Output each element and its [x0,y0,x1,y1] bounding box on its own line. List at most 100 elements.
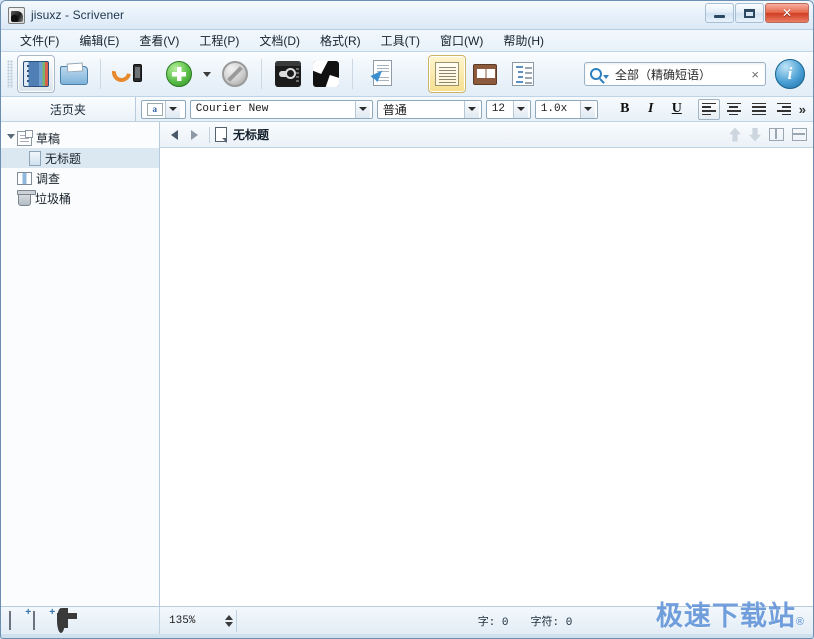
clear-search-button[interactable]: × [749,68,761,81]
split-horizontal-icon[interactable] [792,128,807,141]
no-style-button[interactable] [216,55,254,93]
spacing-chevron-icon[interactable] [579,100,595,118]
main-toolbar: 全部（精确短语） × i [1,52,813,97]
menu-format[interactable]: 格式(R) [311,30,370,51]
toggle-collections-button[interactable] [55,55,93,93]
paragraph-style-dropdown[interactable]: a [140,99,186,119]
close-button[interactable]: ✕ [765,3,809,23]
scrivener-window: jisuxz - Scrivener ✕ 文件(F) 编辑(E) 查看(V) 工… [0,0,814,639]
page-view-icon [435,62,459,86]
document-view-button[interactable] [428,55,466,93]
chevron-down-icon [203,71,211,77]
folder-icon [60,62,88,85]
size-chevron-icon[interactable] [512,100,528,118]
window-controls: ✕ [705,3,809,23]
compose-mode-icon [313,61,339,87]
font-size-value: 12 [491,103,505,115]
add-button[interactable] [160,55,198,93]
main-area: 草稿 无标题 调查 垃圾桶 无标题 [1,122,813,606]
inspector-button[interactable]: i [775,59,805,89]
green-plus-icon [166,61,192,87]
minimize-button[interactable] [705,3,734,23]
style-chevron-icon[interactable] [164,100,180,118]
search-input[interactable]: 全部（精确短语） × [584,62,766,86]
arrow-down-icon[interactable] [749,127,761,142]
binder-item-trash[interactable]: 垃圾桶 [1,188,159,208]
menu-view[interactable]: 查看(V) [130,30,188,51]
add-dropdown[interactable] [198,55,216,93]
menu-file[interactable]: 文件(F) [11,30,68,51]
draft-folder-icon [17,129,33,146]
toggle-binder-button[interactable] [17,55,55,93]
bold-button[interactable]: B [614,99,636,120]
line-spacing-value: 1.0x [540,103,568,115]
binder-item-untitled[interactable]: 无标题 [1,148,159,168]
font-chevron-icon[interactable] [354,100,370,118]
maximize-button[interactable] [735,3,764,23]
editor-text-area[interactable] [160,148,813,606]
alignment-group [697,98,795,120]
binder-item-label: 调查 [36,171,61,186]
split-vertical-icon[interactable] [769,128,784,141]
binder-item-label: 垃圾桶 [35,191,72,206]
settings-button[interactable] [57,607,75,633]
menu-tools[interactable]: 工具(T) [372,30,429,51]
style-swatch-icon: a [146,102,163,116]
window-title: jisuxz - Scrivener [31,8,125,22]
align-left-button[interactable] [697,98,720,120]
document-icon [215,127,227,143]
close-icon: ✕ [781,6,793,20]
navigate-forward-button[interactable] [184,125,204,145]
new-text-button[interactable] [9,610,27,630]
format-toolbar: a Courier New 普通 12 1.0x B I U » [136,97,813,121]
menu-window[interactable]: 窗口(W) [431,30,492,51]
corkboard-view-button[interactable] [466,55,504,93]
new-folder-button[interactable] [33,610,51,630]
toolbar-separator [100,59,101,89]
composition-key-button[interactable] [269,55,307,93]
menu-edit[interactable]: 编辑(E) [70,30,128,51]
menu-project[interactable]: 工程(P) [190,30,248,51]
full-screen-button[interactable] [307,55,345,93]
font-family-value: Courier New [195,103,269,115]
font-family-dropdown[interactable]: Courier New [189,99,373,119]
italic-button[interactable]: I [640,99,662,120]
binder-icon [23,61,49,87]
import-button[interactable] [360,55,398,93]
binder-header: 活页夹 [1,97,136,121]
font-weight-dropdown[interactable]: 普通 [376,99,482,119]
title-bar: jisuxz - Scrivener ✕ [1,1,813,30]
align-center-button[interactable] [723,99,745,120]
font-size-dropdown[interactable]: 12 [485,99,531,119]
menu-document[interactable]: 文档(D) [250,30,309,51]
editor-title: 无标题 [233,128,270,142]
editor-header: 无标题 [160,122,813,148]
word-count-area: 字: 0 字符: 0 [237,613,813,629]
chevron-down-icon[interactable] [5,133,17,143]
binder-panel: 草稿 无标题 调查 垃圾桶 [1,122,160,606]
sync-button[interactable] [108,55,146,93]
header-separator [209,126,210,143]
navigate-back-button[interactable] [164,125,184,145]
binder-item-draft[interactable]: 草稿 [1,128,159,148]
secondary-toolbar-row: 活页夹 a Courier New 普通 12 1.0x B I U » [1,97,813,122]
arrow-up-icon[interactable] [729,127,741,142]
no-entry-icon [222,61,248,87]
align-right-button[interactable] [773,99,795,120]
weight-chevron-icon[interactable] [463,100,479,118]
toolbar-grip[interactable] [7,60,13,88]
font-weight-value: 普通 [382,102,407,117]
zoom-stepper[interactable] [222,607,236,634]
align-justify-button[interactable] [748,99,770,120]
line-spacing-dropdown[interactable]: 1.0x [534,99,598,119]
sync-mobile-icon [108,59,142,86]
underline-button[interactable]: U [666,99,688,120]
scrivener-icon [8,6,25,24]
format-overflow-button[interactable]: » [799,102,806,117]
minimize-icon [714,14,725,18]
zoom-level[interactable]: 135% [160,607,222,634]
status-bar: 135% 字: 0 字符: 0 极速下载站® [1,601,813,634]
outliner-view-button[interactable] [504,55,542,93]
binder-item-research[interactable]: 调查 [1,168,159,188]
menu-help[interactable]: 帮助(H) [494,30,553,51]
